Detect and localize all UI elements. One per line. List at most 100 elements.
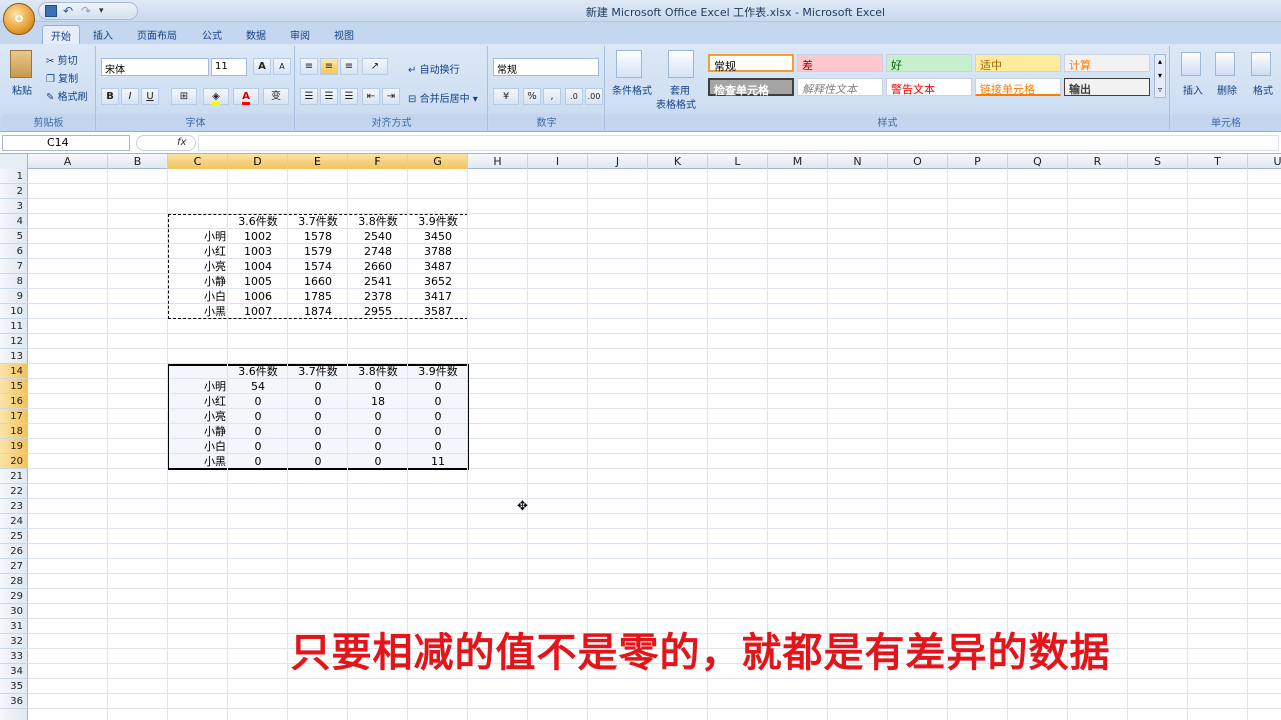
underline-button[interactable]: U [141,88,159,105]
table2-cell[interactable]: 11 [408,454,468,469]
table1-cell[interactable]: 1579 [288,244,348,259]
wrap-text-button[interactable]: ↵ 自动换行 [408,61,460,76]
font-name-select[interactable]: 宋体 [101,58,209,76]
table1-row-name[interactable]: 小黑 [168,304,228,319]
row-header-6[interactable]: 6 [0,244,28,259]
format-as-table-label2[interactable]: 表格格式 [656,96,696,111]
table1-cell[interactable]: 1578 [288,229,348,244]
table1-row-name[interactable]: 小静 [168,274,228,289]
row-header-35[interactable]: 35 [0,679,28,694]
insert-cells-icon[interactable] [1181,52,1201,76]
delete-cells-icon[interactable] [1215,52,1235,76]
table2-header[interactable]: 3.8件数 [348,364,408,379]
align-top-button[interactable]: ≡ [300,58,318,75]
table2-cell[interactable]: 0 [408,409,468,424]
column-header-c[interactable]: C [168,154,228,169]
select-all-corner[interactable] [0,154,28,169]
grow-font-button[interactable]: A [253,58,271,75]
table2-cell[interactable]: 0 [348,424,408,439]
style-bad[interactable]: 差 [797,54,883,72]
cut-button[interactable]: ✂ 剪切 [46,52,78,67]
table1-cell[interactable]: 1005 [228,274,288,289]
format-cells-button[interactable]: 格式 [1253,82,1273,97]
table2-cell[interactable]: 0 [288,424,348,439]
table1-cell[interactable]: 3652 [408,274,468,289]
style-warning[interactable]: 警告文本 [886,78,972,96]
row-header-29[interactable]: 29 [0,589,28,604]
office-button[interactable]: O [3,3,35,35]
decrease-indent-button[interactable]: ⇤ [362,88,380,105]
column-header-q[interactable]: Q [1008,154,1068,169]
row-header-13[interactable]: 13 [0,349,28,364]
fill-color-button[interactable]: ◈ [203,88,229,105]
column-header-k[interactable]: K [648,154,708,169]
column-header-g[interactable]: G [408,154,468,169]
column-header-m[interactable]: M [768,154,828,169]
table1-cell[interactable]: 2955 [348,304,408,319]
table2-cell[interactable]: 0 [228,439,288,454]
table1-cell[interactable]: 1002 [228,229,288,244]
align-bottom-button[interactable]: ≡ [340,58,358,75]
row-header-36[interactable]: 36 [0,694,28,709]
style-good[interactable]: 好 [886,54,972,72]
table2-cell[interactable]: 54 [228,379,288,394]
table2-header[interactable]: 3.9件数 [408,364,468,379]
row-header-11[interactable]: 11 [0,319,28,334]
row-header-16[interactable]: 16 [0,394,28,409]
italic-button[interactable]: I [121,88,139,105]
row-header-7[interactable]: 7 [0,259,28,274]
percent-button[interactable]: % [523,88,541,105]
table1-cell[interactable]: 3487 [408,259,468,274]
table1-cell[interactable]: 1785 [288,289,348,304]
increase-indent-button[interactable]: ⇥ [382,88,400,105]
row-header-9[interactable]: 9 [0,289,28,304]
number-format-select[interactable]: 常规 [493,58,599,76]
format-as-table-icon[interactable] [668,50,694,78]
column-header-i[interactable]: I [528,154,588,169]
table2-cell[interactable]: 0 [288,454,348,469]
table1-header[interactable]: 3.7件数 [288,214,348,229]
row-header-18[interactable]: 18 [0,424,28,439]
table1-header[interactable]: 3.8件数 [348,214,408,229]
table2-cell[interactable]: 0 [408,394,468,409]
insert-function-button[interactable]: fx [136,135,196,151]
format-as-table-button[interactable]: 套用 [670,82,690,97]
paste-icon[interactable] [10,50,32,78]
style-linked-cell[interactable]: 链接单元格 [975,78,1061,96]
column-header-b[interactable]: B [108,154,168,169]
table2-row-name[interactable]: 小明 [168,379,228,394]
column-header-h[interactable]: H [468,154,528,169]
table1-cell[interactable]: 1003 [228,244,288,259]
table1-cell[interactable]: 2378 [348,289,408,304]
name-box[interactable]: C14 [2,135,130,151]
row-header-17[interactable]: 17 [0,409,28,424]
row-header-8[interactable]: 8 [0,274,28,289]
table2-cell[interactable]: 0 [228,394,288,409]
font-color-button[interactable]: A [233,88,259,105]
row-header-21[interactable]: 21 [0,469,28,484]
tab-page-layout[interactable]: 页面布局 [129,25,185,44]
align-left-button[interactable]: ☰ [300,88,318,105]
table2-cell[interactable]: 0 [228,424,288,439]
table1-cell[interactable]: 2660 [348,259,408,274]
font-size-select[interactable]: 11 [211,58,247,76]
column-header-n[interactable]: N [828,154,888,169]
table2-cell[interactable]: 0 [288,379,348,394]
table1-cell[interactable]: 1004 [228,259,288,274]
table1-cell[interactable]: 2748 [348,244,408,259]
conditional-format-button[interactable]: 条件格式 [612,82,652,97]
table2-row-name[interactable]: 小亮 [168,409,228,424]
table1-cell[interactable]: 1006 [228,289,288,304]
column-header-d[interactable]: D [228,154,288,169]
row-header-25[interactable]: 25 [0,529,28,544]
column-header-f[interactable]: F [348,154,408,169]
row-header-12[interactable]: 12 [0,334,28,349]
row-header-26[interactable]: 26 [0,544,28,559]
row-header-27[interactable]: 27 [0,559,28,574]
table1-cell[interactable]: 1007 [228,304,288,319]
column-header-p[interactable]: P [948,154,1008,169]
row-header-23[interactable]: 23 [0,499,28,514]
table2-cell[interactable]: 0 [288,394,348,409]
row-header-20[interactable]: 20 [0,454,28,469]
row-header-15[interactable]: 15 [0,379,28,394]
